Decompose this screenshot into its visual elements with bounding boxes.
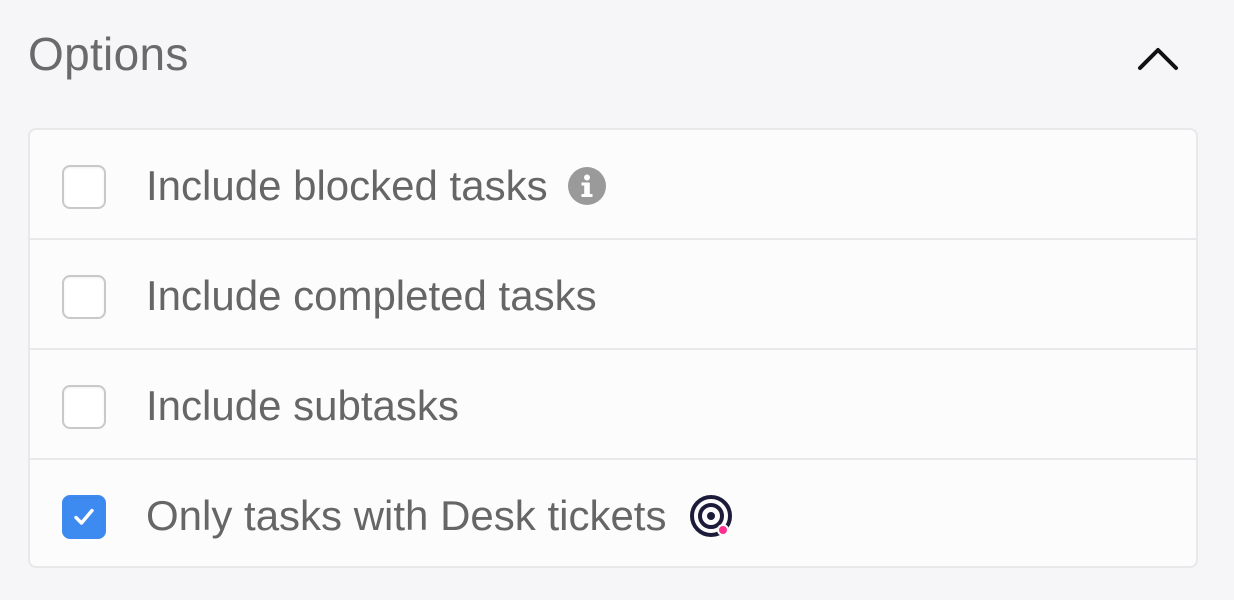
include-completed-tasks-checkbox[interactable] [62, 275, 106, 319]
collapse-toggle-button[interactable] [1130, 36, 1186, 82]
option-include-subtasks[interactable]: Include subtasks [30, 350, 1196, 460]
option-only-desk-tickets[interactable]: Only tasks with Desk tickets [30, 460, 1196, 566]
desk-logo-icon [690, 495, 733, 537]
options-panel-header: Options [0, 0, 1234, 110]
include-subtasks-checkbox[interactable] [62, 385, 106, 429]
checkmark-icon [74, 508, 94, 525]
option-label: Include subtasks [146, 382, 459, 429]
option-label: Only tasks with Desk tickets [146, 492, 667, 539]
info-icon[interactable] [567, 167, 606, 205]
option-include-completed-tasks[interactable]: Include completed tasks [30, 240, 1196, 350]
chevron-up-icon [1138, 48, 1178, 70]
option-include-blocked-tasks[interactable]: Include blocked tasks [30, 130, 1196, 240]
option-label: Include blocked tasks [146, 162, 548, 209]
include-blocked-tasks-checkbox[interactable] [62, 165, 106, 209]
panel-title: Options [28, 28, 189, 80]
option-label: Include completed tasks [146, 272, 597, 319]
options-list: Include blocked tasks Include completed … [28, 128, 1198, 568]
only-desk-tickets-checkbox[interactable] [62, 495, 106, 539]
